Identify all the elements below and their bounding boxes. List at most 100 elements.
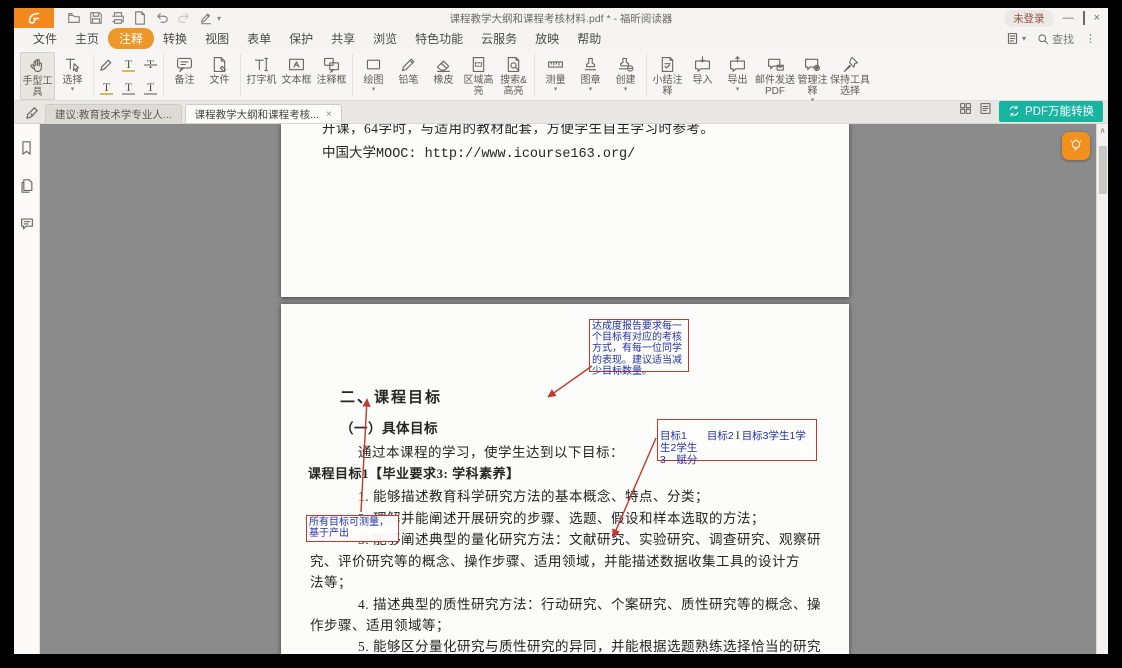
- annotation-note-3[interactable]: 所有目标可测量，基于产出: [306, 515, 399, 542]
- objective-heading: 课程目标1【毕业要求3: 学科素养】: [308, 463, 520, 482]
- pages-panel-icon[interactable]: [19, 178, 34, 199]
- find-button[interactable]: 查找: [1037, 31, 1074, 47]
- create-stamp-button[interactable]: 创建 ▾: [608, 52, 643, 93]
- strikethrough-tool-button[interactable]: T: [141, 53, 160, 76]
- draw-shape-icon: [364, 54, 383, 75]
- comments-panel-icon[interactable]: [19, 216, 35, 236]
- replace-tool-button[interactable]: T: [141, 76, 160, 99]
- eraser-icon: [434, 54, 453, 75]
- pdf-convert-button[interactable]: PDF万能转换: [999, 101, 1103, 122]
- menu-form[interactable]: 表单: [238, 29, 280, 48]
- manage-comments-button[interactable]: 管理注释 ▾: [795, 52, 830, 104]
- doc-text-line: 通过本课程的学习，使学生达到以下目标：: [358, 441, 624, 461]
- textbox-icon: [287, 54, 306, 75]
- subsection-heading: （一）具体目标: [340, 417, 438, 437]
- summary-comments-button[interactable]: 小结注释: [650, 52, 685, 97]
- minimize-button[interactable]: —: [1063, 11, 1074, 25]
- caret-tool-button[interactable]: T: [119, 76, 138, 99]
- doc-text-line: 2. 理解并能阐述开展研究的步骤、选题、假设和样本选取的方法；: [358, 507, 765, 527]
- menu-view[interactable]: 视图: [196, 29, 238, 48]
- note-bubble-icon: [175, 54, 194, 75]
- hand-tool-button[interactable]: 手型工具: [20, 52, 55, 100]
- textbox-button[interactable]: 文本框: [279, 52, 314, 86]
- doc-mooc-link: 中国大学MOOC: http://www.icourse163.org/: [322, 141, 635, 162]
- more-options-icon[interactable]: ⋮: [1085, 32, 1096, 45]
- page-list-icon[interactable]: [979, 102, 992, 120]
- menu-browse[interactable]: 浏览: [364, 29, 406, 48]
- vertical-scrollbar[interactable]: ∧: [1096, 124, 1108, 654]
- pushpin-icon: [841, 54, 860, 75]
- grid-view-icon[interactable]: [959, 102, 972, 120]
- reading-mode-button[interactable]: ▾: [1006, 32, 1026, 45]
- open-file-icon[interactable]: [66, 11, 81, 26]
- file-attach-icon: [210, 54, 229, 75]
- area-highlight-button[interactable]: 区域高亮: [461, 52, 496, 97]
- draw-button[interactable]: 绘图 ▾: [356, 52, 391, 93]
- pdf-page-2: 二、课程目标 （一）具体目标 通过本课程的学习，使学生达到以下目标： 课程目标1…: [281, 304, 849, 654]
- doc-text-line: 开课，64学时，与适用的教材配套，方便学生自主学习时参考。: [322, 124, 715, 137]
- eraser-button[interactable]: 橡皮: [426, 52, 461, 86]
- select-tool-button[interactable]: 选择 ▾: [55, 52, 90, 93]
- ribbon-toolbar: 手型工具 选择 ▾ T T T T T 备注 文件 打字机: [14, 49, 1108, 101]
- keep-tool-selected-button[interactable]: 保持工具选择: [830, 52, 870, 97]
- menu-protect[interactable]: 保护: [280, 29, 322, 48]
- close-button[interactable]: ×: [1094, 11, 1100, 25]
- menu-convert[interactable]: 转换: [154, 29, 196, 48]
- text-markup-group: T T T T T: [97, 52, 160, 99]
- import-comments-button[interactable]: 导入: [685, 52, 720, 86]
- file-attach-button[interactable]: 文件: [202, 52, 237, 86]
- create-stamp-icon: [616, 54, 635, 75]
- annotation-note-2[interactable]: 目标1目标2I目标3学生1学生2学生 3 赋分: [657, 419, 817, 461]
- menu-present[interactable]: 放映: [526, 29, 568, 48]
- scrollbar-thumb[interactable]: [1099, 146, 1107, 194]
- note-button[interactable]: 备注: [167, 52, 202, 86]
- pencil-button[interactable]: 铅笔: [391, 52, 426, 86]
- scroll-up-icon[interactable]: ∧: [1097, 126, 1108, 135]
- stamp-button[interactable]: 图章 ▾: [573, 52, 608, 93]
- login-status-badge[interactable]: 未登录: [1004, 10, 1054, 27]
- text-cursor: I: [734, 429, 742, 442]
- menu-share[interactable]: 共享: [322, 29, 364, 48]
- underline-tool-button[interactable]: T: [119, 53, 138, 76]
- doc-text-line: 法等；: [310, 571, 352, 591]
- menu-help[interactable]: 帮助: [568, 29, 610, 48]
- save-icon[interactable]: [88, 11, 103, 26]
- quick-access-caret-icon[interactable]: ▾: [217, 14, 221, 23]
- menu-file[interactable]: 文件: [24, 29, 66, 48]
- restore-button[interactable]: [1083, 11, 1085, 25]
- annotation-pen-icon[interactable]: [19, 101, 45, 123]
- email-bubble-icon: [766, 54, 785, 75]
- document-tab-bar: 建议:教育技术学专业人... 课程教学大纲和课程考核... × PDF万能转换: [14, 101, 1108, 124]
- menu-comment[interactable]: 注释: [108, 28, 154, 49]
- menu-home[interactable]: 主页: [66, 29, 108, 48]
- squiggly-tool-button[interactable]: T: [97, 76, 116, 99]
- redo-icon[interactable]: [176, 11, 191, 26]
- import-bubble-icon: [693, 54, 712, 75]
- pdf-page-1: 开课，64学时，与适用的教材配套，方便学生自主学习时参考。 中国大学MOOC: …: [281, 124, 849, 297]
- callout-button[interactable]: 注释框: [314, 52, 349, 86]
- typewriter-button[interactable]: 打字机: [244, 52, 279, 86]
- annotation-note-1[interactable]: 达成度报告要求每一个目标有对应的考核方式，有每一位同学的表现。建议适当减少目标数…: [589, 319, 689, 372]
- pencil-icon: [399, 54, 418, 75]
- bookmarks-panel-icon[interactable]: [19, 140, 34, 161]
- measure-button[interactable]: 测量 ▾: [538, 52, 573, 93]
- print-icon[interactable]: [110, 11, 125, 26]
- highlight-tool-button[interactable]: [97, 53, 116, 76]
- document-viewer[interactable]: 开课，64学时，与适用的教材配套，方便学生自主学习时参考。 中国大学MOOC: …: [40, 124, 1096, 654]
- undo-icon[interactable]: [154, 11, 169, 26]
- search-highlight-button[interactable]: 搜索&高亮: [496, 52, 531, 97]
- tips-lightbulb-button[interactable]: [1062, 132, 1090, 160]
- app-window: ▾ 课程教学大纲和课程考核材料.pdf * - 福昕阅读器 未登录 — × 文件…: [14, 8, 1108, 654]
- page-icon[interactable]: [132, 11, 147, 26]
- ruler-icon: [546, 54, 565, 75]
- export-comments-button[interactable]: 导出 ▾: [720, 52, 755, 93]
- doc-text-line: 究、评价研究等的概念、操作步骤、适用领域，并能描述数据收集工具的设计方: [310, 550, 800, 570]
- menu-cloud[interactable]: 云服务: [472, 29, 526, 48]
- menu-features[interactable]: 特色功能: [406, 29, 472, 48]
- doc-tab-1[interactable]: 建议:教育技术学专业人...: [45, 104, 182, 123]
- tab-close-icon[interactable]: ×: [326, 109, 332, 120]
- doc-tab-2[interactable]: 课程教学大纲和课程考核... ×: [185, 104, 342, 123]
- sign-tool-icon[interactable]: [198, 11, 213, 26]
- summary-doc-icon: [658, 54, 677, 75]
- email-pdf-button[interactable]: 邮件发送PDF: [755, 52, 795, 97]
